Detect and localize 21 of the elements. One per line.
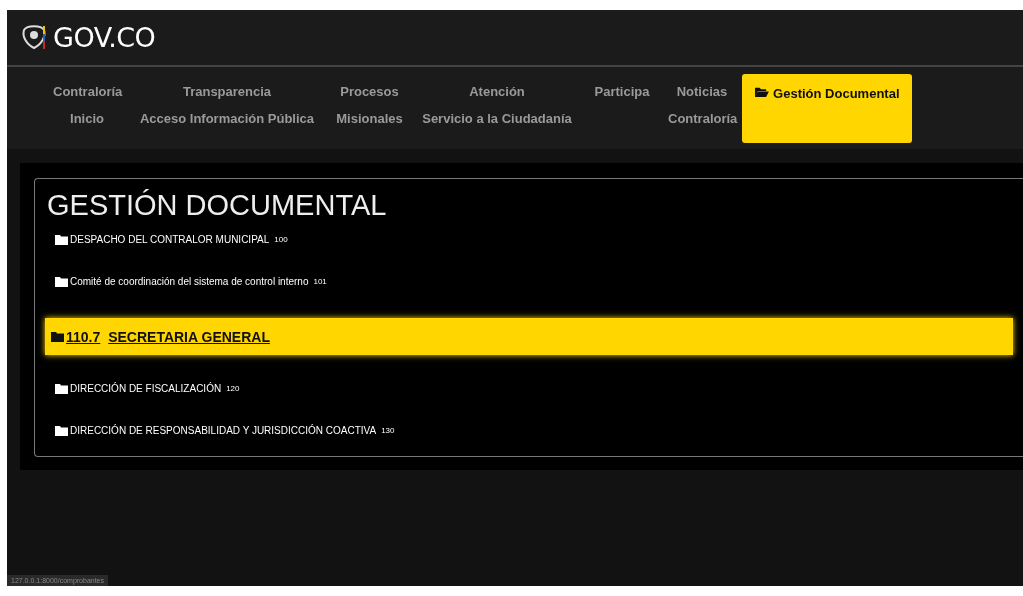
folder-icon xyxy=(55,234,68,245)
nav-link[interactable]: Participa xyxy=(582,74,662,109)
folder-icon xyxy=(754,86,770,98)
folder-icon xyxy=(55,276,68,287)
folder-link[interactable]: DIRECCIÓN DE FISCALIZACIÓN 120 xyxy=(47,383,1013,394)
folder-icon xyxy=(55,425,68,436)
panel-title: GESTIÓN DOCUMENTAL xyxy=(47,189,388,222)
folder-icon xyxy=(51,331,64,342)
nav-link[interactable]: Atención Servicio a la Ciudadanía xyxy=(412,74,582,136)
coat-of-arms-logo-icon xyxy=(21,23,47,52)
folder-link[interactable]: DIRECCIÓN DE RESPONSABILIDAD Y JURISDICCIÓN COACTIVA 130 xyxy=(47,425,1013,436)
folder-link[interactable]: 110.7 SECRETARIA GENERAL xyxy=(45,318,1013,355)
nav-link[interactable]: Gestión Documental xyxy=(742,74,912,143)
nav-link[interactable]: Transparencia Acceso Información Pública xyxy=(127,74,327,136)
nav-link[interactable]: Contraloría Inicio xyxy=(47,74,127,136)
folder-link[interactable]: DESPACHO DEL CONTRALOR MUNICIPAL 100 xyxy=(47,234,1013,245)
nav-link[interactable]: Procesos Misionales xyxy=(327,74,412,136)
nav-link[interactable]: Noticias Contraloría xyxy=(662,74,742,136)
folder-icon xyxy=(55,383,68,394)
folder-link[interactable]: Comité de coordinación del sistema de control interno 101 xyxy=(47,276,1013,287)
logo-text[interactable]: GOV.CO xyxy=(53,22,156,53)
